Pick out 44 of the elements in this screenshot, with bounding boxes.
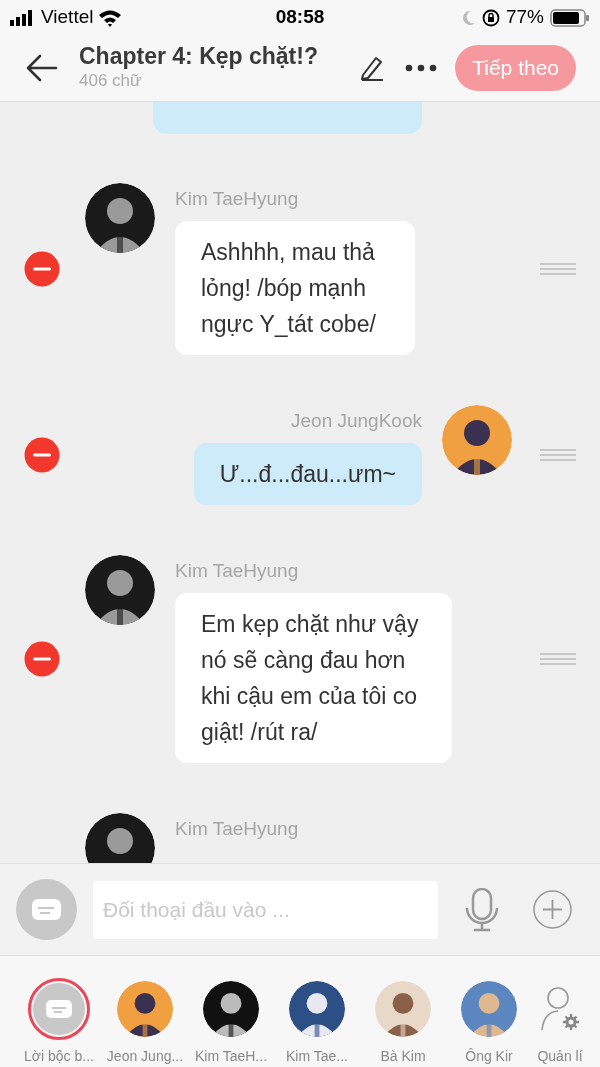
message-bubble: Ư...đ...đau...ưm~ — [193, 443, 422, 505]
more-icon[interactable] — [405, 64, 438, 72]
pencil-icon[interactable] — [359, 55, 386, 81]
rotation-lock-icon — [481, 8, 500, 27]
next-button[interactable]: Tiếp theo — [455, 45, 576, 91]
delete-icon[interactable] — [24, 641, 60, 677]
speaker-name: Kim TaeHyung — [175, 560, 299, 582]
battery-icon — [550, 8, 590, 27]
character-item[interactable]: Bà Kim — [360, 978, 446, 1067]
character-name: Kim TaeH... — [194, 1047, 268, 1066]
character-item[interactable]: Jeon Jung... — [102, 978, 188, 1067]
character-item[interactable]: Kim Tae... — [274, 978, 360, 1067]
character-item[interactable]: Ông Kir — [446, 978, 532, 1067]
narration-icon — [33, 983, 85, 1035]
speaker-name: Kim TaeHyung — [175, 818, 299, 840]
speaker-name: Kim TaeHyung — [175, 188, 299, 210]
character-item[interactable]: Kim TaeH... — [188, 978, 274, 1067]
battery-percent: 77% — [505, 5, 544, 30]
character-item[interactable]: Quản lí — [532, 978, 588, 1067]
word-count: 406 chữ — [79, 71, 143, 91]
back-icon[interactable] — [26, 54, 58, 82]
drag-handle-icon[interactable] — [540, 449, 576, 461]
wifi-icon — [98, 8, 123, 27]
chapter-title: Chapter 4: Kẹp chặt!? — [79, 42, 319, 71]
narration-toggle-icon[interactable] — [16, 879, 77, 940]
message-bubble: Em kẹp chặt như vậy nó sẽ càng đau hơn khi cậu em của tôi co giật! /rút ra/ — [175, 593, 452, 763]
character-name: Kim Tae... — [286, 1047, 348, 1066]
carrier-name: Viettel — [41, 5, 94, 30]
character-name: Bà Kim — [380, 1047, 426, 1066]
delete-icon[interactable] — [24, 437, 60, 473]
delete-icon[interactable] — [24, 251, 60, 287]
drag-handle-icon[interactable] — [540, 653, 576, 665]
message-bubble: Ashhhh, mau thả lỏng! /bóp mạnh ngực Y_tát cobe/ — [175, 221, 415, 355]
user-settings-icon[interactable] — [540, 986, 580, 1032]
character-name: Ông Kir — [465, 1047, 513, 1066]
moon-icon — [461, 9, 476, 26]
speaker-name: Jeon JungKook — [291, 410, 422, 432]
character-name: Quản lí — [537, 1047, 583, 1066]
clock-time: 08:58 — [274, 5, 326, 30]
character-name: Lời bộc b... — [24, 1047, 94, 1066]
add-icon[interactable] — [533, 890, 572, 929]
drag-handle-icon[interactable] — [540, 263, 576, 275]
microphone-icon[interactable] — [465, 887, 499, 932]
character-name: Jeon Jung... — [106, 1047, 184, 1066]
